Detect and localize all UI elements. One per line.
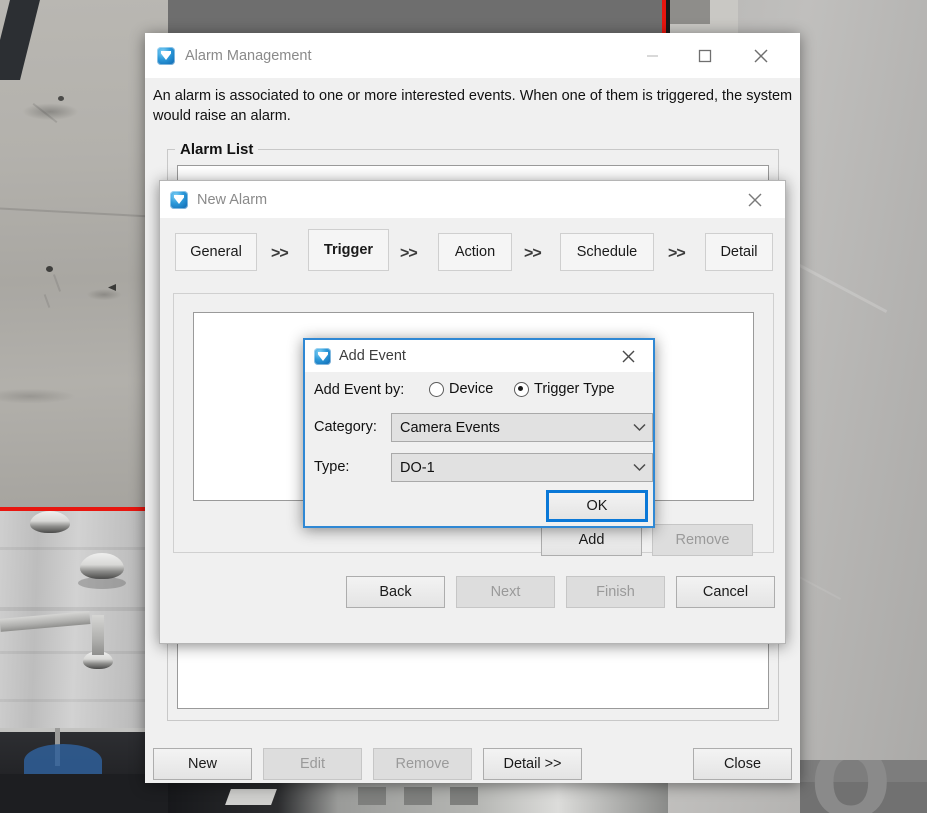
minimize-button[interactable] [629, 33, 675, 78]
step-general[interactable]: General [175, 233, 257, 271]
add-event-dialog: Add Event Add Event by: Device Trigger T… [303, 338, 655, 528]
new-alarm-close-button[interactable] [733, 181, 777, 218]
add-event-by-label: Add Event by: [314, 382, 405, 398]
step-general-label: General [190, 244, 242, 260]
new-alarm-titlebar[interactable]: New Alarm [160, 181, 785, 218]
alarm-list-group-label: Alarm List [175, 141, 259, 158]
add-event-titlebar[interactable]: Add Event [305, 340, 653, 372]
close-button[interactable] [738, 33, 784, 78]
step-separator: >> [271, 245, 289, 262]
step-schedule-label: Schedule [576, 244, 638, 260]
wizard-steps: General >> Trigger >> Action >> Schedule… [160, 225, 785, 277]
dome-camera-icon [30, 511, 70, 533]
add-event-button-label: Add [578, 532, 605, 548]
finish-button-label: Finish [596, 584, 635, 600]
remove-event-button-label: Remove [675, 532, 730, 548]
app-logo-icon [170, 190, 188, 209]
watermark-letter: Q [810, 760, 892, 813]
close-footer-button[interactable]: Close [693, 748, 792, 780]
new-button[interactable]: New [153, 748, 252, 780]
back-button-label: Back [379, 584, 412, 600]
app-logo-icon [157, 46, 175, 65]
add-event-title: Add Event [339, 348, 406, 364]
radio-device[interactable]: Device [429, 381, 493, 397]
radio-device-label: Device [449, 381, 494, 397]
category-label: Category: [314, 419, 377, 435]
remove-button-label: Remove [395, 756, 450, 772]
dome-camera-icon [80, 553, 124, 579]
step-schedule[interactable]: Schedule [560, 233, 654, 271]
app-logo-icon [314, 347, 331, 365]
cancel-button[interactable]: Cancel [676, 576, 775, 608]
detail-button-label: Detail >> [503, 756, 562, 772]
chevron-down-icon [626, 463, 652, 472]
radio-trigger-type[interactable]: Trigger Type [514, 381, 615, 397]
next-button-label: Next [490, 584, 521, 600]
new-button-label: New [187, 756, 217, 772]
chevron-down-icon [626, 423, 652, 432]
cancel-button-label: Cancel [702, 584, 749, 600]
step-action-label: Action [454, 244, 496, 260]
category-select[interactable]: Camera Events [391, 413, 653, 442]
step-trigger-label: Trigger [323, 242, 374, 258]
maximize-button[interactable] [682, 33, 728, 78]
type-value: DO-1 [400, 459, 435, 476]
feed-tile-top-left [0, 0, 168, 508]
new-alarm-title: New Alarm [197, 191, 268, 208]
type-select[interactable]: DO-1 [391, 453, 653, 482]
edit-button-label: Edit [300, 756, 325, 772]
edit-button[interactable]: Edit [263, 748, 362, 780]
wizard-nav: Back Next Finish Cancel [160, 576, 785, 616]
alarm-management-description: An alarm is associated to one or more in… [153, 88, 793, 124]
feed-tile-mid-left [0, 511, 168, 728]
alarm-management-titlebar[interactable]: Alarm Management [145, 33, 800, 78]
add-event-close-button[interactable] [609, 340, 647, 372]
ok-button[interactable]: OK [548, 492, 646, 520]
step-action[interactable]: Action [438, 233, 512, 271]
close-footer-button-label: Close [723, 756, 762, 772]
back-button[interactable]: Back [346, 576, 445, 608]
remove-button[interactable]: Remove [373, 748, 472, 780]
feed-tile-bottom-left [0, 728, 168, 813]
add-event-button[interactable]: Add [541, 524, 642, 556]
step-separator: >> [400, 245, 418, 262]
finish-button[interactable]: Finish [566, 576, 665, 608]
step-trigger[interactable]: Trigger [308, 229, 389, 271]
step-separator: >> [524, 245, 542, 262]
step-separator: >> [668, 245, 686, 262]
alarm-management-footer: New Edit Remove Detail >> Close [145, 736, 800, 783]
step-detail-label: Detail [720, 244, 758, 260]
radio-trigger-type-label: Trigger Type [534, 381, 615, 397]
detail-button[interactable]: Detail >> [483, 748, 582, 780]
ok-button-label: OK [586, 498, 608, 514]
remove-event-button[interactable]: Remove [652, 524, 753, 556]
next-button[interactable]: Next [456, 576, 555, 608]
feed-tile-bottom-strip [168, 783, 668, 813]
alarm-management-title: Alarm Management [185, 47, 312, 64]
step-detail[interactable]: Detail [705, 233, 773, 271]
type-label: Type: [314, 459, 350, 475]
radio-device-dot [429, 381, 444, 397]
category-value: Camera Events [400, 419, 500, 436]
radio-trigger-type-dot [514, 381, 529, 397]
